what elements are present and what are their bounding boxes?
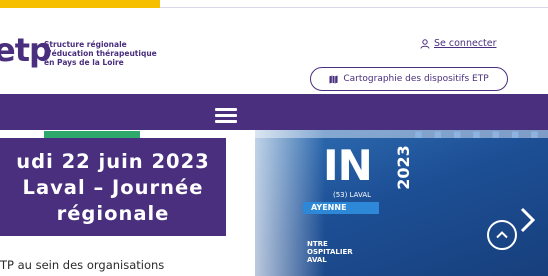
accent-stripe (0, 0, 160, 8)
logo-line: Structure régionale (44, 40, 127, 49)
login-label: Se connecter (434, 38, 497, 49)
hero-title-box[interactable]: udi 22 juin 2023 Laval – Journée régiona… (0, 138, 226, 236)
image-big-text: IN (323, 141, 373, 190)
site-header: etp Structure régionale d'éducation thér… (0, 8, 548, 94)
section-subtitle: TP au sein des organisations (0, 258, 165, 272)
chevron-up-icon (496, 231, 508, 239)
top-accent-bar (0, 0, 548, 8)
hero-title-line: udi 22 juin 2023 (16, 150, 210, 173)
logo-line: d'éducation thérapeutique (44, 49, 157, 58)
main-nav-bar (0, 94, 548, 130)
image-hospital: NTRE OSPITALIER AVAL (307, 240, 353, 264)
user-icon (420, 38, 430, 49)
hero-title-line: Laval – Journée (22, 176, 204, 199)
scroll-to-top-button[interactable] (487, 220, 517, 250)
image-year: 2023 (393, 145, 413, 190)
logo-line: en Pays de la Loire (44, 58, 124, 67)
login-link[interactable]: Se connecter (420, 38, 497, 49)
cartography-label: Cartographie des dispositifs ETP (343, 74, 489, 84)
image-decoration: ▪ ▪ ▪ ▪ ▪ ▪ ▪ (414, 130, 542, 142)
logo-text[interactable]: Structure régionale d'éducation thérapeu… (44, 40, 157, 67)
map-icon (329, 74, 338, 84)
image-city: (53) LAVAL (333, 191, 372, 199)
hero-image: ▪ ▪ ▪ ▪ ▪ ▪ ▪ IN 2023 (53) LAVAL AYENNE … (255, 130, 548, 276)
cartography-button[interactable]: Cartographie des dispositifs ETP (310, 67, 508, 91)
news-tag (44, 131, 140, 138)
hamburger-icon[interactable] (215, 108, 237, 124)
hero-title-line: régionale (56, 202, 170, 225)
image-dept: AYENNE (303, 202, 379, 214)
